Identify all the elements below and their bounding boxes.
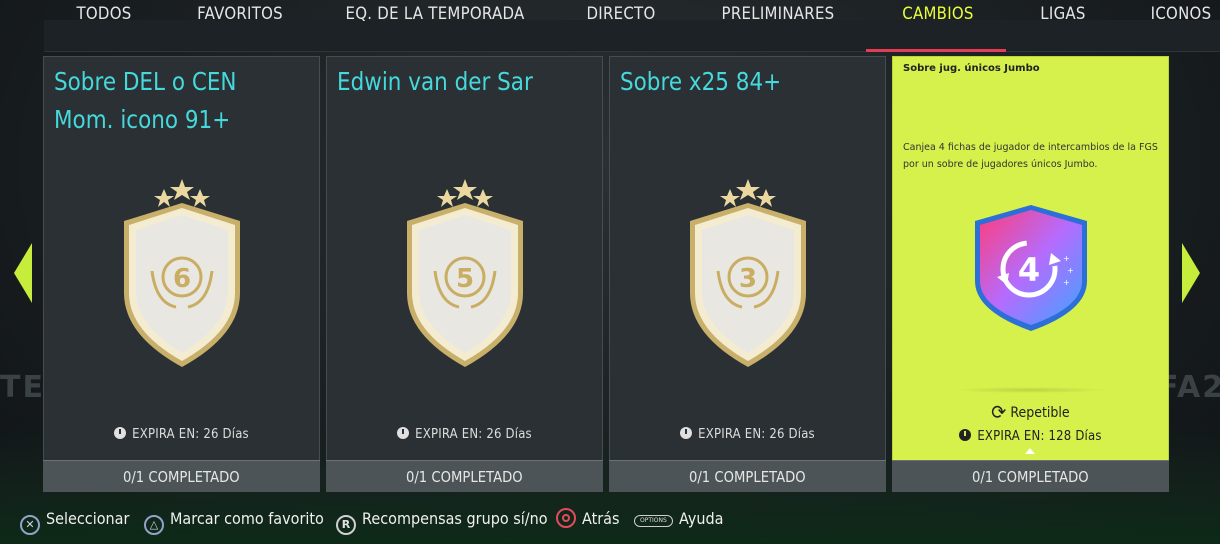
card-title: Sobre x25 84+	[620, 67, 782, 96]
badge-number: 3	[739, 264, 757, 294]
tab-favoritos[interactable]: FAVORITOS	[194, 4, 286, 32]
tab-directo[interactable]: DIRECTO	[583, 4, 659, 32]
tab-preliminares[interactable]: PRELIMINARES	[718, 4, 838, 32]
card-description: Canjea 4 fichas de jugador de intercambi…	[903, 142, 1158, 170]
completion-status: 0/1 COMPLETADO	[689, 468, 806, 486]
sbc-card-2[interactable]: Edwin van der Sar 5 EXPIRA EN: 26 Días 0…	[326, 56, 603, 492]
badge-number: 6	[173, 264, 191, 294]
next-arrow-icon[interactable]	[1182, 243, 1200, 303]
completion-footer: 0/1 COMPLETADO	[43, 460, 320, 492]
active-tab-indicator	[866, 49, 1006, 52]
control-label: Seleccionar	[46, 509, 130, 528]
completion-status: 0/1 COMPLETADO	[123, 468, 240, 486]
expiry-info: EXPIRA EN: 26 Días	[327, 427, 602, 442]
refresh-icon: ⟳	[991, 400, 1007, 424]
icon-moments-badge-icon: 6	[112, 175, 252, 375]
stopwatch-icon	[114, 427, 127, 439]
control-label: Atrás	[582, 509, 620, 528]
previous-arrow-icon[interactable]	[14, 243, 32, 303]
control-label: Recompensas grupo sí/no	[362, 509, 548, 528]
badge-shadow	[953, 387, 1108, 393]
control-help[interactable]: OPTIONS Ayuda	[634, 505, 728, 533]
completion-status: 0/1 COMPLETADO	[972, 468, 1089, 486]
badge-number: 4	[1018, 251, 1040, 289]
control-select[interactable]: ✕ Seleccionar	[20, 505, 139, 535]
card-title: Sobre jug. únicos Jumbo	[903, 63, 1040, 74]
sbc-card-featured[interactable]: Sobre jug. únicos Jumbo Canjea 4 fichas …	[892, 56, 1169, 492]
expiry-info: EXPIRA EN: 26 Días	[610, 427, 885, 442]
expiry-text: EXPIRA EN: 26 Días	[698, 427, 815, 442]
control-back[interactable]: Atrás	[556, 505, 624, 533]
cross-button-icon: ✕	[20, 515, 40, 535]
card-title: Edwin van der Sar	[337, 67, 533, 96]
completion-footer: 0/1 COMPLETADO	[892, 460, 1169, 492]
selection-caret-icon	[1025, 448, 1035, 454]
completion-footer: 0/1 COMPLETADO	[609, 460, 886, 492]
card-title: Sobre DEL o CEN Mom. icono 91+	[54, 67, 237, 134]
badge-number: 5	[456, 264, 474, 294]
expiry-info: EXPIRA EN: 128 Días	[893, 429, 1168, 444]
tab-cambios[interactable]: CAMBIOS	[892, 4, 984, 32]
svg-text:+: +	[1063, 278, 1070, 287]
svg-text:+: +	[1063, 254, 1070, 263]
expiry-text: EXPIRA EN: 128 Días	[977, 429, 1102, 444]
completion-footer: 0/1 COMPLETADO	[326, 460, 603, 492]
sbc-card-1[interactable]: Sobre DEL o CEN Mom. icono 91+ 6 EXPIRA …	[43, 56, 320, 492]
options-button-icon: OPTIONS	[634, 515, 673, 527]
tab-equipo-temporada[interactable]: EQ. DE LA TEMPORADA	[343, 4, 528, 32]
expiry-text: EXPIRA EN: 26 Días	[132, 427, 249, 442]
exchange-badge-icon: 4 + + +	[971, 203, 1091, 333]
repeatable-indicator: ⟳ Repetible	[893, 400, 1168, 424]
control-favorite[interactable]: △ Marcar como favorito	[144, 505, 341, 535]
circle-button-icon	[556, 508, 576, 528]
sbc-card-3[interactable]: Sobre x25 84+ 3 EXPIRA EN: 26 Días 0/1 C…	[609, 56, 886, 492]
tab-ligas[interactable]: LIGAS	[1029, 4, 1098, 32]
control-label: Marcar como favorito	[170, 509, 324, 528]
repeatable-label: Repetible	[1010, 405, 1070, 421]
expiry-info: EXPIRA EN: 26 Días	[44, 427, 319, 442]
icon-badge-icon: 5	[395, 175, 535, 375]
stopwatch-icon	[680, 427, 693, 439]
r-stick-icon: R	[336, 515, 356, 535]
expiry-text: EXPIRA EN: 26 Días	[415, 427, 532, 442]
tab-iconos[interactable]: ICONOS	[1143, 4, 1219, 32]
completion-status: 0/1 COMPLETADO	[406, 468, 523, 486]
stopwatch-icon	[397, 427, 410, 439]
control-label: Ayuda	[678, 509, 724, 528]
control-group-rewards[interactable]: R Recompensas grupo sí/no	[336, 505, 568, 535]
tab-todos[interactable]: TODOS	[67, 4, 141, 32]
triangle-button-icon: △	[144, 515, 164, 535]
svg-text:+: +	[1067, 266, 1074, 275]
stopwatch-icon	[959, 429, 972, 441]
icon-badge-icon: 3	[678, 175, 818, 375]
